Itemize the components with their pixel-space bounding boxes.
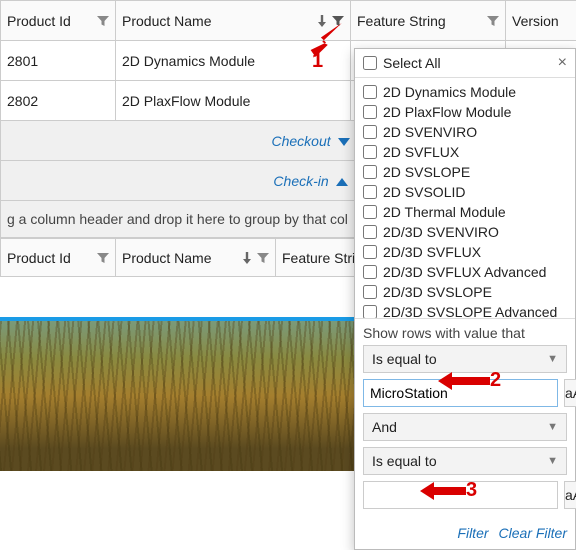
filter-icon[interactable]: [97, 252, 109, 264]
filter-check-input[interactable]: [363, 85, 377, 99]
operator2-select[interactable]: Is equal to ▼: [363, 447, 567, 475]
filter-checklist[interactable]: 2D Dynamics Module 2D PlaxFlow Module 2D S…: [355, 78, 575, 318]
filter-check-input[interactable]: [363, 145, 377, 159]
col2-product-name[interactable]: Product Name: [116, 239, 276, 277]
filter-check-item[interactable]: 2D/3D SVFLUX: [363, 242, 575, 262]
filter-check-label: 2D/3D SVFLUX: [383, 244, 481, 260]
col-product-id-label: Product Id: [7, 13, 71, 29]
chevron-down-icon: ▼: [547, 455, 558, 467]
col-version-label: Version: [512, 13, 559, 29]
case-toggle-button[interactable]: aA: [564, 481, 576, 509]
operator2-value: Is equal to: [372, 453, 437, 469]
filter-check-item[interactable]: 2D SVENVIRO: [363, 122, 575, 142]
filter-check-item[interactable]: 2D/3D SVENVIRO: [363, 222, 575, 242]
filter-button[interactable]: Filter: [457, 525, 488, 541]
filter-check-label: 2D/3D SVENVIRO: [383, 224, 499, 240]
filter-check-input[interactable]: [363, 125, 377, 139]
filter-check-input[interactable]: [363, 285, 377, 299]
filter-check-input[interactable]: [363, 205, 377, 219]
show-rows-label: Show rows with value that: [363, 325, 567, 341]
chevron-up-icon: [336, 178, 348, 186]
filter-check-item[interactable]: 2D PlaxFlow Module: [363, 102, 575, 122]
filter-icon[interactable]: [97, 15, 109, 27]
filter-check-item[interactable]: 2D SVSOLID: [363, 182, 575, 202]
filter-icon[interactable]: [257, 252, 269, 264]
filter-check-label: 2D/3D SVSLOPE Advanced: [383, 304, 557, 318]
logic-value: And: [372, 419, 397, 435]
filter-check-label: 2D SVFLUX: [383, 144, 459, 160]
checkout-label: Checkout: [271, 133, 330, 149]
chevron-down-icon: ▼: [547, 421, 558, 433]
filter-check-input[interactable]: [363, 245, 377, 259]
case-toggle-label: aA: [565, 487, 576, 503]
col-product-name-label: Product Name: [122, 13, 211, 29]
filter-check-input[interactable]: [363, 305, 377, 318]
filter-check-item[interactable]: 2D/3D SVSLOPE: [363, 282, 575, 302]
col-feature-string-label: Feature String: [357, 13, 446, 29]
cell-product-name: 2D PlaxFlow Module: [116, 81, 351, 121]
filter-check-label: 2D PlaxFlow Module: [383, 104, 511, 120]
col-product-name[interactable]: Product Name: [116, 1, 351, 41]
filter-check-label: 2D SVSOLID: [383, 184, 465, 200]
filter-check-input[interactable]: [363, 105, 377, 119]
filter-check-item[interactable]: 2D Dynamics Module: [363, 82, 575, 102]
col-feature-string[interactable]: Feature String: [351, 1, 506, 41]
filter-check-label: 2D Dynamics Module: [383, 84, 516, 100]
col2-product-id-label: Product Id: [7, 250, 71, 266]
filter-check-input[interactable]: [363, 265, 377, 279]
checkin-label: Check-in: [273, 173, 328, 189]
filter-check-label: 2D/3D SVSLOPE: [383, 284, 492, 300]
col2-product-id[interactable]: Product Id: [1, 239, 116, 277]
chevron-down-icon: ▼: [547, 353, 558, 365]
cell-product-name: 2D Dynamics Module: [116, 41, 351, 81]
clear-filter-button[interactable]: Clear Filter: [499, 525, 567, 541]
filter-check-item[interactable]: 2D Thermal Module: [363, 202, 575, 222]
filter-check-input[interactable]: [363, 185, 377, 199]
checkout-link[interactable]: Checkout: [271, 133, 349, 149]
operator1-select[interactable]: Is equal to ▼: [363, 345, 567, 373]
filter-icon[interactable]: [332, 15, 344, 27]
sort-desc-icon[interactable]: [316, 14, 328, 28]
filter-check-label: 2D SVENVIRO: [383, 124, 477, 140]
operator1-value: Is equal to: [372, 351, 437, 367]
select-all-input[interactable]: [363, 56, 377, 70]
filter-check-label: 2D/3D SVFLUX Advanced: [383, 264, 546, 280]
close-icon[interactable]: ×: [558, 55, 567, 71]
filter-check-label: 2D Thermal Module: [383, 204, 506, 220]
filter-icon[interactable]: [487, 15, 499, 27]
select-all-checkbox[interactable]: Select All: [363, 55, 441, 71]
filter-check-item[interactable]: 2D SVFLUX: [363, 142, 575, 162]
filter-popup: Select All × 2D Dynamics Module 2D PlaxFl…: [354, 48, 576, 550]
filter-value1-input[interactable]: [363, 379, 558, 407]
sort-desc-icon[interactable]: [241, 251, 253, 265]
cell-product-id: 2801: [1, 41, 116, 81]
col-product-id[interactable]: Product Id: [1, 1, 116, 41]
case-toggle-label: aA: [565, 385, 576, 401]
filter-check-item[interactable]: 2D SVSLOPE: [363, 162, 575, 182]
filter-check-item[interactable]: 2D/3D SVSLOPE Advanced: [363, 302, 575, 318]
col-version[interactable]: Version: [506, 1, 576, 41]
cell-product-id: 2802: [1, 81, 116, 121]
select-all-label: Select All: [383, 55, 441, 71]
col2-product-name-label: Product Name: [122, 250, 211, 266]
chevron-down-icon: [338, 138, 350, 146]
checkin-link[interactable]: Check-in: [273, 173, 347, 189]
case-toggle-button[interactable]: aA: [564, 379, 576, 407]
filter-check-input[interactable]: [363, 165, 377, 179]
filter-check-item[interactable]: 2D/3D SVFLUX Advanced: [363, 262, 575, 282]
filter-value2-input[interactable]: [363, 481, 558, 509]
filter-check-input[interactable]: [363, 225, 377, 239]
filter-check-label: 2D SVSLOPE: [383, 164, 470, 180]
logic-select[interactable]: And ▼: [363, 413, 567, 441]
